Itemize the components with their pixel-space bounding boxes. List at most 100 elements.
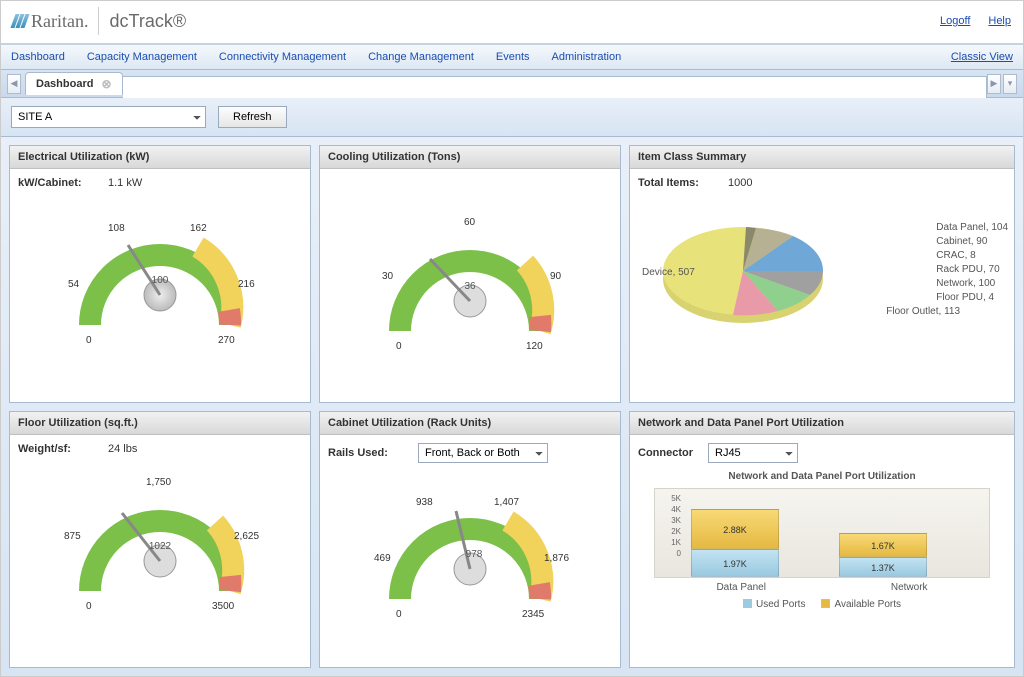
svg-text:270: 270 — [218, 335, 235, 346]
connector-label: Connector — [638, 447, 698, 459]
tab-close-icon[interactable]: ⊗ — [101, 77, 111, 91]
svg-text:1,750: 1,750 — [146, 477, 171, 488]
panel-title: Network and Data Panel Port Utilization — [630, 412, 1014, 435]
rails-label: Rails Used: — [328, 447, 408, 459]
nav-dashboard[interactable]: Dashboard — [11, 51, 65, 63]
tab-dashboard[interactable]: Dashboard ⊗ — [25, 72, 123, 95]
svg-text:36: 36 — [464, 281, 476, 292]
panel-title: Electrical Utilization (kW) — [10, 146, 310, 169]
gauge-floor: 1022 0 875 1,750 2,625 3500 — [18, 461, 302, 621]
raritan-logo: Raritan. — [13, 11, 88, 32]
svg-text:0: 0 — [86, 601, 92, 612]
pie-legend: Data Panel, 104 Cabinet, 90 CRAC, 8 Rack… — [936, 219, 1008, 320]
svg-text:30: 30 — [382, 271, 394, 282]
total-label: Total Items: — [638, 177, 718, 189]
tab-label: Dashboard — [36, 78, 93, 90]
brand-company: Raritan. — [31, 11, 88, 32]
panel-title: Cooling Utilization (Tons) — [320, 146, 620, 169]
bar-legend: Used Ports Available Ports — [638, 599, 1006, 610]
tab-spacer — [123, 76, 987, 98]
svg-text:1,876: 1,876 — [544, 553, 569, 564]
nav-links: Dashboard Capacity Management Connectivi… — [11, 51, 621, 63]
bar-used: 1.97K — [691, 549, 779, 577]
nav-connectivity[interactable]: Connectivity Management — [219, 51, 346, 63]
svg-text:216: 216 — [238, 279, 255, 290]
y-axis: 5K4K3K2K1K0 — [657, 493, 681, 559]
panel-electrical: Electrical Utilization (kW) kW/Cabinet: … — [9, 145, 311, 403]
panel-ports: Network and Data Panel Port Utilization … — [629, 411, 1015, 669]
svg-text:1022: 1022 — [149, 541, 172, 552]
rails-select[interactable]: Front, Back or Both — [418, 443, 548, 463]
raritan-logo-icon — [13, 14, 27, 28]
tab-menu-icon[interactable]: ▾ — [1003, 74, 1017, 94]
bar-avail: 1.67K — [839, 533, 927, 557]
legend-available: Available Ports — [834, 599, 901, 610]
legend-item: Floor PDU, 4 — [936, 292, 1008, 303]
bar-used: 1.37K — [839, 557, 927, 577]
nav-capacity[interactable]: Capacity Management — [87, 51, 197, 63]
svg-text:2,625: 2,625 — [234, 531, 259, 542]
help-link[interactable]: Help — [988, 15, 1011, 27]
top-links: Logoff Help — [940, 15, 1011, 27]
svg-text:938: 938 — [416, 497, 433, 508]
legend-item: Cabinet, 90 — [936, 236, 1008, 247]
svg-text:875: 875 — [64, 531, 81, 542]
legend-used: Used Ports — [756, 599, 805, 610]
tab-scroll-left-icon[interactable]: ◀ — [7, 74, 21, 94]
tab-row: ◀ Dashboard ⊗ ▶ ▾ — [1, 70, 1023, 98]
svg-text:108: 108 — [108, 223, 125, 234]
brand-product: dcTrack® — [109, 11, 186, 32]
logoff-link[interactable]: Logoff — [940, 15, 970, 27]
chart-title: Network and Data Panel Port Utilization — [638, 471, 1006, 482]
bar-data-panel: 2.88K 1.97K — [691, 509, 779, 577]
legend-item: Rack PDU, 70 — [936, 264, 1008, 275]
svg-text:978: 978 — [466, 549, 483, 560]
tab-scroll-right-icon[interactable]: ▶ — [987, 74, 1001, 94]
pie-chart: Device, 507 — [638, 199, 848, 352]
port-bar-chart: Network and Data Panel Port Utilization … — [638, 471, 1006, 610]
x-label: Data Panel — [716, 582, 765, 593]
legend-item: CRAC, 8 — [936, 250, 1008, 261]
legend-item: Data Panel, 104 — [936, 222, 1008, 233]
nav-events[interactable]: Events — [496, 51, 530, 63]
legend-item: Floor Outlet, 113 — [886, 306, 1008, 317]
nav-bar: Dashboard Capacity Management Connectivi… — [1, 44, 1023, 70]
nav-change[interactable]: Change Management — [368, 51, 474, 63]
svg-text:0: 0 — [396, 609, 402, 620]
svg-text:60: 60 — [464, 217, 476, 228]
bar-avail: 2.88K — [691, 509, 779, 549]
top-bar: Raritan. dcTrack® Logoff Help — [1, 1, 1023, 44]
svg-text:Device, 507: Device, 507 — [642, 267, 695, 278]
bar-network: 1.67K 1.37K — [839, 533, 927, 577]
connector-select[interactable]: RJ45 — [708, 443, 798, 463]
x-label: Network — [891, 582, 928, 593]
svg-text:0: 0 — [86, 335, 92, 346]
refresh-button[interactable]: Refresh — [218, 106, 287, 128]
panel-title: Floor Utilization (sq.ft.) — [10, 412, 310, 435]
gauge-cooling: 36 0 30 60 90 120 — [328, 201, 612, 361]
nav-admin[interactable]: Administration — [552, 51, 622, 63]
panel-title: Item Class Summary — [630, 146, 1014, 169]
dashboard-grid: Electrical Utilization (kW) kW/Cabinet: … — [1, 137, 1023, 676]
svg-text:2345: 2345 — [522, 609, 545, 620]
svg-text:0: 0 — [396, 341, 402, 352]
filter-bar: SITE A Refresh — [1, 98, 1023, 137]
svg-text:54: 54 — [68, 279, 80, 290]
panel-title: Cabinet Utilization (Rack Units) — [320, 412, 620, 435]
brand: Raritan. dcTrack® — [13, 7, 186, 35]
svg-text:162: 162 — [190, 223, 207, 234]
svg-text:90: 90 — [550, 271, 562, 282]
gauge-cabinet: 978 0 469 938 1,407 1,876 2345 — [328, 469, 612, 629]
metric-value: 1.1 kW — [108, 177, 142, 189]
panel-item-class: Item Class Summary Total Items: 1000 — [629, 145, 1015, 403]
panel-cabinet: Cabinet Utilization (Rack Units) Rails U… — [319, 411, 621, 669]
svg-text:469: 469 — [374, 553, 391, 564]
svg-text:3500: 3500 — [212, 601, 235, 612]
site-select[interactable]: SITE A — [11, 106, 206, 128]
svg-text:100: 100 — [152, 275, 169, 286]
svg-text:120: 120 — [526, 341, 543, 352]
legend-item: Network, 100 — [936, 278, 1008, 289]
metric-label: kW/Cabinet: — [18, 177, 98, 189]
total-value: 1000 — [728, 177, 752, 189]
classic-view-link[interactable]: Classic View — [951, 51, 1013, 63]
